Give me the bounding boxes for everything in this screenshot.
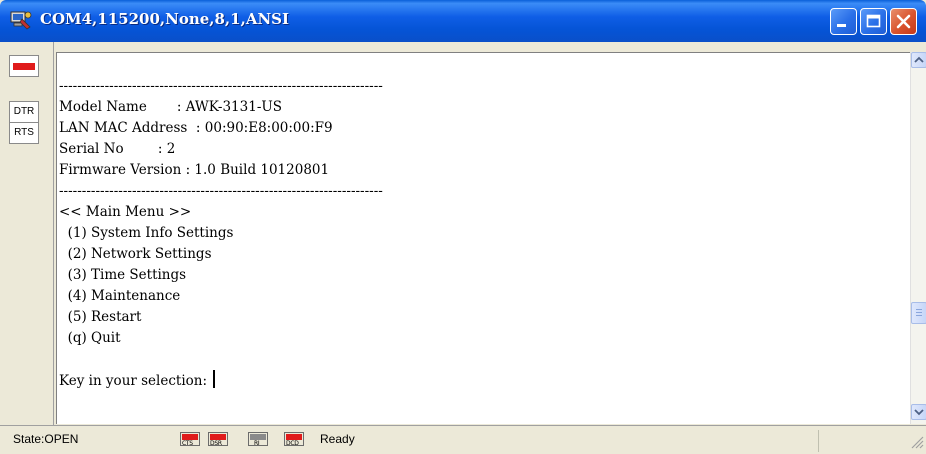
terminal-line: (1) System Info Settings (59, 225, 234, 241)
prompt-text: Key in your selection: (59, 373, 212, 389)
connection-state: State:OPEN (13, 432, 79, 446)
title-bar[interactable]: COM4,115200,None,8,1,ANSI (0, 0, 926, 42)
dsr-lamp: DSR (208, 432, 228, 447)
terminal-line: (4) Maintenance (59, 288, 181, 304)
dtr-button[interactable]: DTR (9, 101, 39, 123)
dcd-label: DCD (286, 440, 299, 447)
ri-lamp: RI (248, 432, 268, 447)
terminal-prompt[interactable]: Key in your selection: (59, 370, 216, 391)
arrow-up-icon (914, 56, 924, 63)
scroll-down-button[interactable] (911, 404, 926, 420)
ready-status: Ready (320, 432, 355, 446)
cts-label: CTS (182, 440, 193, 447)
status-pane (818, 430, 910, 452)
terminal-line: LAN MAC Address : 00:90:E8:00:00:F9 (59, 120, 333, 136)
dcd-lamp: DCD (284, 432, 304, 447)
status-bar: State:OPEN CTS DSR RI DCD Ready (0, 425, 926, 454)
app-icon[interactable] (10, 9, 32, 31)
signal-toolbar: DTR RTS (0, 42, 54, 425)
terminal-line: ----------------------------------------… (59, 78, 383, 94)
terminal-line: (3) Time Settings (59, 267, 187, 283)
terminal-line: (q) Quit (59, 330, 121, 346)
terminal-output[interactable]: ----------------------------------------… (56, 52, 910, 424)
terminal-line: (5) Restart (59, 309, 142, 325)
dsr-label: DSR (210, 440, 222, 447)
minimize-button[interactable] (830, 8, 857, 35)
maximize-button[interactable] (860, 8, 887, 35)
rts-button[interactable]: RTS (9, 122, 39, 144)
terminal-line: ----------------------------------------… (59, 183, 383, 199)
vertical-scrollbar[interactable] (910, 52, 926, 424)
terminal-line: Serial No : 2 (59, 141, 176, 157)
arrow-down-icon (914, 409, 924, 416)
terminal-line: Firmware Version : 1.0 Build 10120801 (59, 162, 330, 178)
close-button[interactable] (890, 8, 917, 35)
signal-indicator (9, 55, 39, 77)
text-cursor (213, 370, 216, 388)
close-icon (896, 14, 911, 29)
terminal-line: << Main Menu >> (59, 204, 192, 220)
resize-grip-icon[interactable] (910, 434, 924, 450)
maximize-icon (866, 14, 881, 28)
terminal-line: Model Name : AWK-3131-US (59, 99, 283, 115)
minimize-icon (837, 24, 846, 27)
terminal-window: COM4,115200,None,8,1,ANSI DTR RTS ------… (0, 0, 926, 454)
cts-lamp: CTS (180, 432, 200, 447)
scroll-thumb[interactable] (911, 302, 926, 324)
terminal-line: (2) Network Settings (59, 246, 212, 262)
ri-label: RI (254, 440, 260, 447)
window-title: COM4,115200,None,8,1,ANSI (40, 10, 290, 28)
scroll-up-button[interactable] (911, 52, 926, 68)
